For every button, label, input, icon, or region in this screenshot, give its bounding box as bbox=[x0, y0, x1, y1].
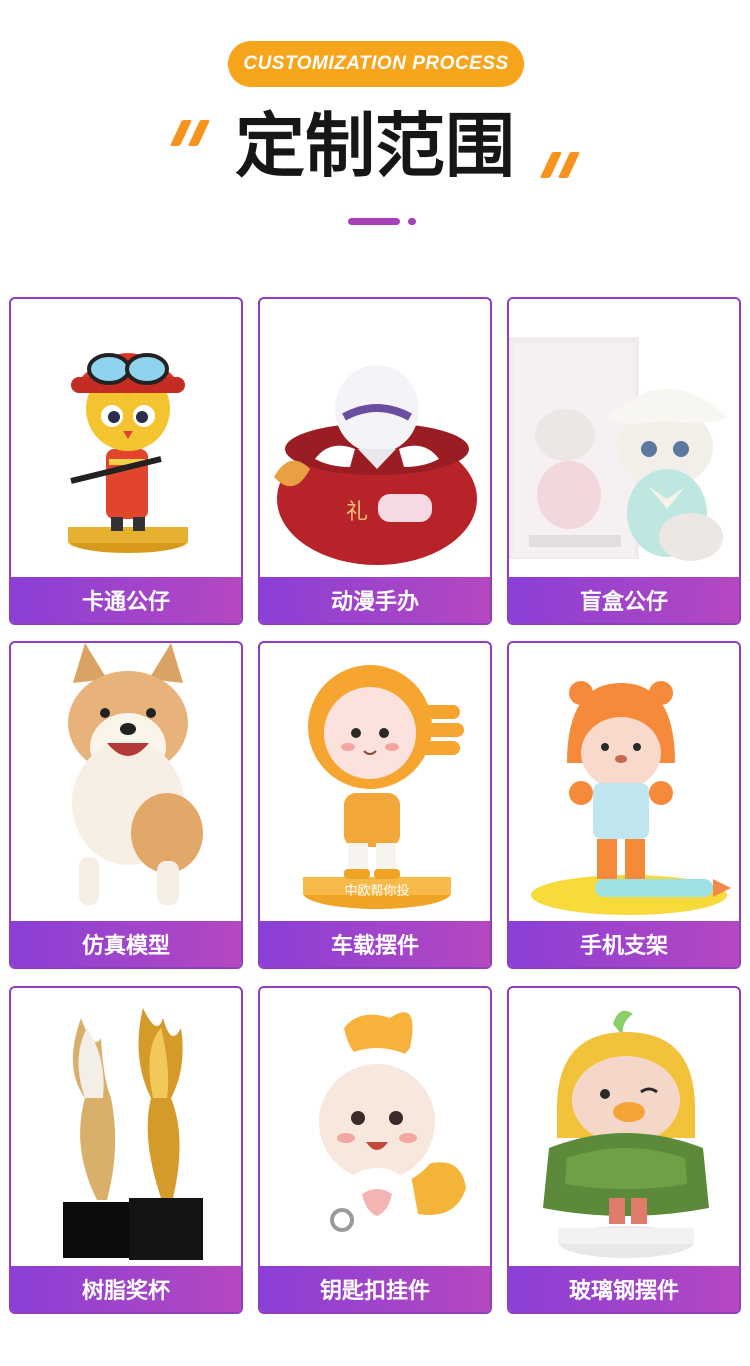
product-card-keychain-pendant[interactable]: 钥匙扣挂件 bbox=[258, 986, 492, 1314]
product-label: 盲盒公仔 bbox=[509, 577, 739, 623]
product-label: 钥匙扣挂件 bbox=[260, 1266, 490, 1312]
product-card-phone-stand[interactable]: 手机支架 bbox=[507, 641, 741, 969]
product-label: 卡通公仔 bbox=[11, 577, 241, 623]
cat-blind-box-figure-icon bbox=[509, 299, 739, 579]
product-card-frp-ornament[interactable]: 玻璃钢摆件 bbox=[507, 986, 741, 1314]
resin-trophy-icon bbox=[11, 988, 241, 1268]
product-label: 树脂奖杯 bbox=[11, 1266, 241, 1312]
section-badge: CUSTOMIZATION PROCESS bbox=[228, 41, 524, 87]
product-card-car-ornament[interactable]: 中欧帮你投 车载摆件 bbox=[258, 641, 492, 969]
product-label: 玻璃钢摆件 bbox=[509, 1266, 739, 1312]
firefighter-bird-figure-icon bbox=[11, 299, 241, 579]
product-card-resin-trophy[interactable]: 树脂奖杯 bbox=[9, 986, 243, 1314]
svg-text:礼: 礼 bbox=[346, 500, 368, 525]
product-card-anime-figure[interactable]: 礼 动漫手办 bbox=[258, 297, 492, 625]
product-label: 车载摆件 bbox=[260, 921, 490, 967]
product-label: 手机支架 bbox=[509, 921, 739, 967]
product-card-cartoon-doll[interactable]: 卡通公仔 bbox=[9, 297, 243, 625]
corgi-dog-model-icon bbox=[11, 643, 241, 923]
white-cat-keychain-icon bbox=[260, 988, 490, 1268]
green-hood-duck-figure-icon bbox=[509, 988, 739, 1268]
product-label: 动漫手办 bbox=[260, 577, 490, 623]
title-underline-dot bbox=[408, 218, 416, 225]
bear-phone-stand-icon bbox=[509, 643, 739, 923]
orange-hood-figure-icon: 中欧帮你投 bbox=[260, 643, 490, 923]
product-card-blind-box[interactable]: 盲盒公仔 bbox=[507, 297, 741, 625]
page-title: 定制范围 bbox=[235, 105, 515, 187]
svg-text:中欧帮你投: 中欧帮你投 bbox=[344, 883, 409, 899]
product-label: 仿真模型 bbox=[11, 921, 241, 967]
fox-mask-figure-icon: 礼 bbox=[260, 299, 490, 579]
product-card-simulation-model[interactable]: 仿真模型 bbox=[9, 641, 243, 969]
title-underline bbox=[348, 218, 400, 225]
